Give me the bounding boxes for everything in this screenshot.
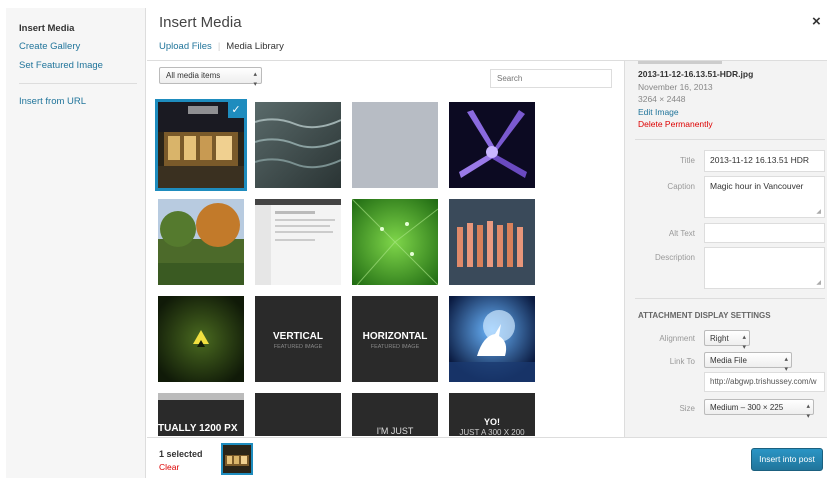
title-input[interactable]: 2013-11-12 16.13.51 HDR	[704, 150, 825, 172]
clear-selection-link[interactable]: Clear	[159, 462, 179, 472]
attachment-details-sidebar: 2013-11-12-16.13.51-HDR.jpg November 16,…	[624, 61, 827, 437]
thumb-subcaption: FEATURED IMAGE	[273, 344, 323, 350]
menu-item-set-featured-image[interactable]: Set Featured Image	[19, 60, 103, 71]
description-label: Description	[654, 253, 695, 262]
attachment-thumb[interactable]	[158, 296, 244, 382]
thumb-caption: YO!	[483, 417, 500, 427]
resize-grabber-icon[interactable]: ◢	[816, 208, 821, 215]
tab-divider: |	[217, 41, 221, 52]
thumb-caption: VERTICAL	[273, 331, 323, 342]
menu-item-insert-from-url[interactable]: Insert from URL	[19, 96, 86, 107]
attachment-thumb[interactable]	[158, 199, 244, 285]
menu-item-create-gallery[interactable]: Create Gallery	[19, 41, 80, 52]
attachment-thumb[interactable]: VERTICAL FEATURED IMAGE	[255, 296, 341, 382]
attachment-thumb[interactable]	[255, 199, 341, 285]
attachment-thumb-selected[interactable]: ✓	[155, 99, 247, 191]
garden-trees-photo	[158, 199, 244, 285]
alt-text-label: Alt Text	[668, 229, 695, 238]
insert-media-modal: Insert Media Create Gallery Set Featured…	[0, 0, 827, 478]
attachment-thumb[interactable]	[255, 102, 341, 188]
screenshot-image	[255, 199, 341, 285]
delete-permanently-link[interactable]: Delete Permanently	[638, 119, 713, 129]
search-input[interactable]	[490, 69, 612, 88]
checkmark-icon[interactable]: ✓	[228, 102, 244, 118]
attachment-thumb[interactable]: I'M JUST	[352, 393, 438, 436]
alignment-label: Alignment	[659, 334, 695, 343]
media-router: Upload Files | Media Library	[159, 41, 284, 52]
close-icon[interactable]: ×	[812, 14, 821, 29]
attachment-dimensions: 3264 × 2448	[638, 94, 686, 104]
alignment-value: Right	[710, 334, 729, 343]
modal-title: Insert Media	[159, 14, 242, 31]
link-to-label: Link To	[669, 357, 695, 366]
tab-upload-files[interactable]: Upload Files	[159, 41, 212, 52]
select-arrows-icon: ▴ ▾	[742, 334, 746, 351]
link-to-value: Media File	[710, 356, 747, 365]
green-leaf-photo	[352, 199, 438, 285]
tab-media-library[interactable]: Media Library	[226, 41, 284, 52]
thumb-subcaption: FEATURED IMAGE	[370, 344, 420, 350]
selection-thumb[interactable]	[221, 443, 253, 475]
size-select[interactable]: Medium – 300 × 225 ▴ ▾	[704, 399, 814, 420]
link-to-select[interactable]: Media File ▴ ▾	[704, 352, 792, 373]
caption-label: Caption	[667, 182, 695, 191]
alt-text-input[interactable]	[704, 223, 825, 243]
olympic-cauldron-photo	[449, 102, 535, 188]
attachment-thumb[interactable]	[352, 102, 438, 188]
media-toolbar-footer: 1 selected Clear Insert into post	[147, 437, 827, 478]
menu-separator	[19, 83, 137, 84]
attachment-thumb[interactable]	[352, 199, 438, 285]
thumb-stripe	[158, 393, 244, 400]
attachment-thumb[interactable]: YO! JUST A 300 X 200	[449, 393, 535, 436]
caption-textarea[interactable]: Magic hour in Vancouver ◢	[704, 176, 825, 218]
attachment-thumb[interactable]	[255, 393, 341, 436]
attachment-thumb[interactable]: TUALLY 1200 PX	[158, 393, 244, 436]
details-divider	[635, 139, 825, 140]
unicorn-image	[449, 296, 535, 382]
attachment-thumb[interactable]	[449, 199, 535, 285]
settings-divider	[635, 298, 825, 299]
insert-into-post-button[interactable]: Insert into post	[751, 448, 823, 471]
attachments-grid: ✓ VERTICAL FEATURED IMAGE HORIZONTAL FEA…	[150, 98, 624, 436]
display-settings-heading: ATTACHMENT DISPLAY SETTINGS	[638, 311, 771, 320]
size-label: Size	[679, 404, 695, 413]
attachment-thumb[interactable]: HORIZONTAL FEATURED IMAGE	[352, 296, 438, 382]
attachment-date: November 16, 2013	[638, 82, 713, 92]
size-value: Medium – 300 × 225	[710, 403, 784, 412]
select-arrows-icon: ▴ ▾	[253, 71, 257, 88]
edit-image-link[interactable]: Edit Image	[638, 107, 679, 117]
selection-count: 1 selected	[159, 449, 203, 459]
resize-grabber-icon[interactable]: ◢	[816, 279, 821, 286]
thumb-caption: I'M JUST	[376, 426, 414, 436]
attachment-filename: 2013-11-12-16.13.51-HDR.jpg	[638, 69, 754, 79]
media-menu: Insert Media Create Gallery Set Featured…	[6, 8, 146, 478]
media-filter-value: All media items	[166, 71, 221, 80]
thumb-caption: TUALLY 1200 PX	[158, 423, 238, 434]
media-filter-select[interactable]: All media items ▴ ▾	[159, 67, 262, 88]
link-url-input[interactable]: http://abgwp.trishussey.com/w	[704, 372, 825, 392]
caption-value: Magic hour in Vancouver	[710, 181, 804, 191]
water-fountain-photo	[255, 102, 341, 188]
details-thumb-edge	[638, 61, 722, 64]
selection-thumb-photo	[223, 445, 251, 473]
triforce-image	[158, 296, 244, 382]
description-textarea[interactable]: ◢	[704, 247, 825, 289]
thumb-caption: HORIZONTAL	[362, 331, 428, 342]
menu-item-insert-media[interactable]: Insert Media	[19, 23, 74, 34]
thumb-subcaption: JUST A 300 X 200	[459, 428, 525, 436]
food-market-photo	[449, 199, 535, 285]
title-label: Title	[680, 156, 695, 165]
select-arrows-icon: ▴ ▾	[806, 403, 810, 420]
attachment-thumb[interactable]	[449, 102, 535, 188]
gray-texture-image	[352, 102, 438, 188]
attachment-thumb[interactable]	[449, 296, 535, 382]
alignment-select[interactable]: Right ▴ ▾	[704, 330, 750, 351]
